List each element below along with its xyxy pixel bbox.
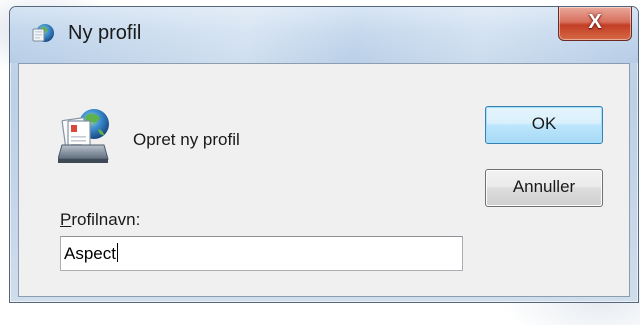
title-bar[interactable]: Ny profil X <box>10 7 638 63</box>
create-profile-heading: Opret ny profil <box>133 130 240 149</box>
close-icon: X <box>588 11 602 33</box>
window-title: Ny profil <box>68 22 142 44</box>
dialog-window: Ny profil X Opret ny profil Profilnavn: … <box>9 6 639 303</box>
ok-button[interactable]: OK <box>485 106 603 144</box>
dialog-client-area: Opret ny profil Profilnavn: Aspect OK An… <box>18 63 630 297</box>
close-button[interactable]: X <box>558 7 632 41</box>
profile-name-label-text: rofilnavn: <box>71 210 141 229</box>
profile-name-input[interactable]: Aspect <box>60 236 463 271</box>
access-key: P <box>60 210 72 229</box>
mail-globe-icon <box>32 24 54 42</box>
cancel-button[interactable]: Annuller <box>485 169 603 207</box>
profile-name-value: Aspect <box>64 244 116 263</box>
text-caret <box>116 243 118 262</box>
profile-name-label: Profilnavn: <box>60 210 140 230</box>
mail-profile-icon <box>58 109 109 163</box>
